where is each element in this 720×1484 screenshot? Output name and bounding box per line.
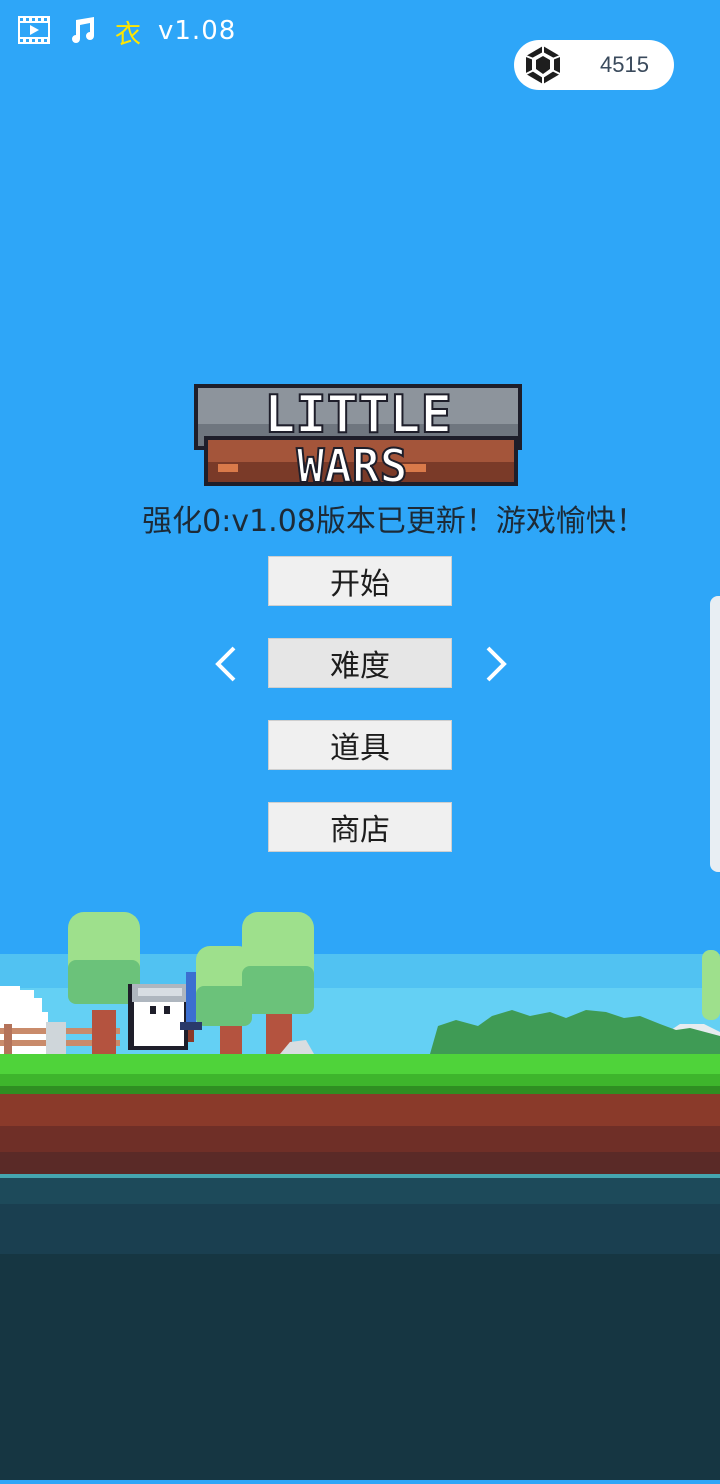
difficulty-next-arrow-icon[interactable] — [476, 644, 516, 684]
update-notice: 强化0:v1.08版本已更新！游戏愉快！ — [142, 504, 646, 539]
film-icon[interactable] — [18, 16, 50, 48]
items-button[interactable]: 道具 — [268, 720, 452, 770]
side-panel-handle[interactable] — [710, 596, 720, 872]
difficulty-button[interactable]: 难度 — [268, 638, 452, 688]
currency-counter: 4515 — [514, 40, 674, 90]
shop-button[interactable]: 商店 — [268, 802, 452, 852]
version-label: v1.08 — [158, 16, 237, 46]
gem-count: 4515 — [600, 52, 649, 77]
game-logo: LITTLE WARS — [190, 380, 526, 494]
language-toggle[interactable]: 衣 — [115, 14, 141, 51]
start-button[interactable]: 开始 — [268, 556, 452, 606]
gem-icon — [522, 44, 564, 90]
difficulty-prev-arrow-icon[interactable] — [208, 644, 248, 684]
game-scene — [0, 900, 720, 1480]
music-note-icon[interactable] — [68, 16, 96, 48]
top-bar: 衣 v1.08 4515 — [0, 0, 720, 100]
logo-line1: LITTLE — [264, 385, 452, 445]
logo-line2: WARS — [297, 439, 408, 492]
